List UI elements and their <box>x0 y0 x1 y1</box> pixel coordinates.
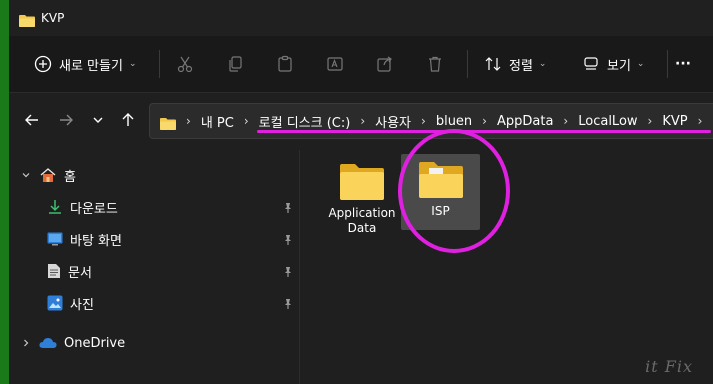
forward-arrow-icon[interactable] <box>55 109 77 131</box>
file-name: Application Data <box>328 206 396 235</box>
cloud-icon <box>39 337 57 349</box>
chevron-right-icon[interactable]: › <box>186 114 191 128</box>
sidebar-item-label: 홈 <box>64 169 76 185</box>
folder-item-application-data[interactable]: Application Data <box>323 158 401 254</box>
file-explorer-window: KVP 새로 만들기 ⌄ 정렬 ⌄ 보기 ⌄ ··· › 내 PC › 로컬 디… <box>9 0 713 384</box>
breadcrumb-local-disk[interactable]: 로컬 디스크 (C:) <box>259 112 351 131</box>
toolbar-divider <box>467 50 468 78</box>
sidebar-item-desktop[interactable]: 바탕 화면 <box>47 226 297 252</box>
copy-button[interactable] <box>223 46 247 82</box>
document-icon <box>47 263 61 279</box>
toolbar-divider <box>159 50 160 78</box>
pane-divider[interactable] <box>299 150 300 384</box>
pictures-icon <box>47 295 63 311</box>
chevron-down-icon[interactable] <box>19 170 33 180</box>
rename-icon <box>323 52 347 76</box>
breadcrumb-locallow[interactable]: LocalLow <box>578 114 637 129</box>
chevron-right-icon[interactable]: › <box>244 114 249 128</box>
sort-button[interactable]: 정렬 ⌄ <box>481 46 546 82</box>
sidebar-item-pictures[interactable]: 사진 <box>47 290 297 316</box>
sidebar-item-label: 문서 <box>68 265 92 281</box>
pin-icon[interactable] <box>283 234 293 250</box>
window-title: KVP <box>41 11 65 25</box>
folder-icon <box>160 115 176 130</box>
new-label: 새로 만들기 <box>59 58 123 74</box>
sidebar-item-downloads[interactable]: 다운로드 <box>47 194 297 220</box>
folder-icon <box>338 162 386 202</box>
file-list: Application Data ISP <box>309 150 713 384</box>
navigation-bar: › 내 PC › 로컬 디스크 (C:) › 사용자 › bluen › App… <box>9 93 713 145</box>
sidebar-item-label: 다운로드 <box>70 201 118 217</box>
folder-icon <box>19 12 35 27</box>
share-button[interactable] <box>373 46 397 82</box>
breadcrumb-appdata[interactable]: AppData <box>497 114 553 129</box>
cut-button[interactable] <box>173 46 197 82</box>
chevron-down-icon: ⌄ <box>128 59 137 69</box>
chevron-right-icon[interactable]: › <box>360 114 365 128</box>
scissors-icon <box>173 52 197 76</box>
chevron-down-icon: ⌄ <box>636 59 645 69</box>
chevron-down-icon: ⌄ <box>538 59 547 69</box>
chevron-right-icon[interactable]: › <box>648 114 653 128</box>
pin-icon[interactable] <box>283 298 293 314</box>
background-strip <box>0 0 9 384</box>
highlight-underline <box>257 130 711 133</box>
sidebar-item-label: 사진 <box>70 297 94 313</box>
sidebar-item-onedrive[interactable]: OneDrive <box>19 330 125 356</box>
up-arrow-icon[interactable] <box>117 109 139 131</box>
view-label: 보기 <box>607 58 631 74</box>
chevron-right-icon[interactable] <box>19 338 33 348</box>
more-options-button[interactable]: ··· <box>675 46 691 82</box>
chevron-right-icon[interactable]: › <box>698 114 703 128</box>
view-icon <box>579 52 603 76</box>
sidebar-item-home[interactable]: 홈 <box>19 162 76 188</box>
breadcrumb-users[interactable]: 사용자 <box>375 112 411 131</box>
toolbar-divider <box>667 50 668 78</box>
desktop-icon <box>47 232 63 246</box>
pin-icon[interactable] <box>283 266 293 282</box>
sidebar-item-label: OneDrive <box>64 335 126 351</box>
view-button[interactable]: 보기 ⌄ <box>579 46 644 82</box>
back-arrow-icon[interactable] <box>21 109 43 131</box>
highlight-circle <box>398 129 510 253</box>
watermark-logo: it Fix <box>645 357 693 376</box>
title-bar: KVP <box>9 0 713 36</box>
sidebar-item-label: 바탕 화면 <box>70 233 122 249</box>
download-icon <box>47 199 63 215</box>
home-icon <box>39 167 57 183</box>
delete-button[interactable] <box>423 46 447 82</box>
navigation-pane: 홈 다운로드 바탕 화면 문서 사진 OneDrive <box>9 150 299 384</box>
chevron-right-icon[interactable]: › <box>563 114 568 128</box>
pin-icon[interactable] <box>283 202 293 218</box>
breadcrumb-this-pc[interactable]: 내 PC <box>201 112 234 131</box>
sidebar-item-documents[interactable]: 문서 <box>47 258 297 284</box>
sort-icon <box>481 52 505 76</box>
rename-button[interactable] <box>323 46 347 82</box>
chevron-right-icon[interactable]: › <box>482 114 487 128</box>
chevron-right-icon[interactable]: › <box>421 114 426 128</box>
paste-button[interactable] <box>273 46 297 82</box>
plus-circle-icon <box>31 52 55 76</box>
sort-label: 정렬 <box>509 58 533 74</box>
share-icon <box>373 52 397 76</box>
command-bar: 새로 만들기 ⌄ 정렬 ⌄ 보기 ⌄ ··· <box>9 36 713 93</box>
new-button[interactable]: 새로 만들기 ⌄ <box>31 46 136 82</box>
breadcrumb-user[interactable]: bluen <box>436 114 472 129</box>
breadcrumb-kvp[interactable]: KVP <box>662 114 687 129</box>
clipboard-icon <box>273 52 297 76</box>
trash-icon <box>423 52 447 76</box>
recent-locations-chevron-icon[interactable] <box>87 109 109 131</box>
copy-icon <box>223 52 247 76</box>
